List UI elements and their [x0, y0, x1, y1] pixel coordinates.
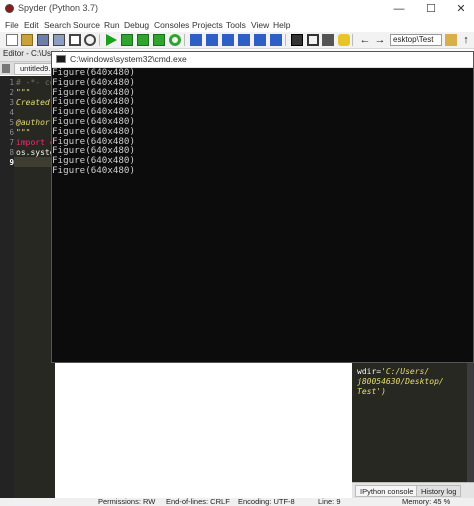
- menu-source[interactable]: Source: [73, 19, 100, 32]
- console-line: Test'): [357, 387, 386, 396]
- close-button[interactable]: ✕: [446, 1, 474, 17]
- run-cell-advance-icon[interactable]: [137, 34, 149, 46]
- step-return-icon[interactable]: [238, 34, 250, 46]
- cmd-title-bar: C:\windows\system32\cmd.exe: [52, 52, 473, 68]
- maximize-pane-icon[interactable]: [291, 34, 303, 46]
- menu-view[interactable]: View: [251, 19, 269, 32]
- menu-debug[interactable]: Debug: [124, 19, 149, 32]
- save-icon[interactable]: [37, 34, 49, 46]
- cmd-window[interactable]: C:\windows\system32\cmd.exe Figure(640x4…: [51, 51, 474, 363]
- working-directory-input[interactable]: esktop\Test: [390, 34, 442, 46]
- debug-icon[interactable]: [190, 34, 202, 46]
- cmd-output-line: Figure(640x480): [52, 165, 135, 176]
- tab-ipython-console[interactable]: IPython console: [355, 485, 419, 497]
- open-folder-icon[interactable]: [21, 34, 33, 46]
- code-line: Created: [16, 98, 50, 107]
- arrow-up-icon[interactable]: ↑: [460, 34, 472, 46]
- current-line-highlight: [14, 157, 55, 167]
- menu-projects[interactable]: Projects: [192, 19, 223, 32]
- ipython-console[interactable]: wdir= 'C:/Users/ j80054630/Desktop/ Test…: [355, 363, 467, 482]
- code-line: import o: [16, 138, 55, 147]
- continue-icon[interactable]: [254, 34, 266, 46]
- console-scrollbar[interactable]: [467, 363, 474, 482]
- spyder-app-icon: [5, 4, 14, 13]
- python-path-icon[interactable]: [338, 34, 350, 46]
- menu-search[interactable]: Search: [44, 19, 71, 32]
- toolbar-divider: [99, 34, 100, 46]
- menu-bar: File Edit Search Source Run Debug Consol…: [0, 19, 474, 32]
- rerun-icon[interactable]: [169, 34, 181, 46]
- line-number-current: 9: [9, 158, 14, 167]
- status-bar: Permissions: RW End-of-lines: CRLF Encod…: [0, 498, 474, 506]
- console-line: wdir=: [357, 367, 382, 376]
- at-icon[interactable]: [84, 34, 96, 46]
- browse-folder-icon[interactable]: [445, 34, 457, 46]
- code-line: # -*- co: [16, 78, 55, 87]
- step-icon[interactable]: [206, 34, 218, 46]
- save-all-icon[interactable]: [53, 34, 65, 46]
- minimize-button[interactable]: —: [384, 1, 414, 17]
- code-line: os.syste: [16, 148, 55, 157]
- preferences-icon[interactable]: [322, 34, 334, 46]
- browse-tabs-icon[interactable]: [2, 64, 10, 73]
- tab-history-log[interactable]: History log: [416, 485, 462, 497]
- maximize-button[interactable]: ☐: [416, 1, 446, 17]
- cmd-title: C:\windows\system32\cmd.exe: [70, 54, 187, 64]
- code-line: """: [16, 128, 31, 137]
- toolbar-divider: [285, 34, 286, 46]
- toolbar-divider: [184, 34, 185, 46]
- code-line: """: [16, 88, 31, 97]
- console-line: 'C:/Users/: [381, 367, 430, 376]
- run-selection-icon[interactable]: [153, 34, 165, 46]
- status-line: Line: 9: [318, 497, 341, 506]
- menu-help[interactable]: Help: [273, 19, 290, 32]
- cmd-output[interactable]: Figure(640x480) Figure(640x480) Figure(6…: [52, 68, 473, 362]
- line-number: 3: [9, 98, 14, 107]
- arrow-right-icon[interactable]: →: [374, 34, 386, 46]
- line-number: 5: [9, 118, 14, 127]
- line-number: 2: [9, 88, 14, 97]
- menu-run[interactable]: Run: [104, 19, 120, 32]
- menu-consoles[interactable]: Consoles: [154, 19, 189, 32]
- line-number: 8: [9, 148, 14, 157]
- new-file-icon[interactable]: [6, 34, 18, 46]
- menu-edit[interactable]: Edit: [24, 19, 39, 32]
- console-line: j80054630/Desktop/: [357, 377, 444, 386]
- code-editor[interactable]: 1 2 3 4 5 6 7 8 9 # -*- co """ Created @…: [0, 76, 55, 498]
- line-number: 7: [9, 138, 14, 147]
- status-encoding: Encoding: UTF-8: [238, 497, 295, 506]
- menu-tools[interactable]: Tools: [226, 19, 246, 32]
- step-into-icon[interactable]: [222, 34, 234, 46]
- terminal-icon: [56, 55, 66, 63]
- run-icon[interactable]: [106, 34, 117, 46]
- status-memory: Memory: 45 %: [402, 497, 451, 506]
- list-icon[interactable]: [69, 34, 81, 46]
- status-eol: End-of-lines: CRLF: [166, 497, 230, 506]
- line-number: 1: [9, 78, 14, 87]
- run-cell-icon[interactable]: [121, 34, 133, 46]
- fullscreen-icon[interactable]: [307, 34, 319, 46]
- line-number: 4: [9, 108, 14, 117]
- line-number: 6: [9, 128, 14, 137]
- menu-file[interactable]: File: [5, 19, 19, 32]
- status-permissions: Permissions: RW: [98, 497, 156, 506]
- toolbar-divider: [352, 34, 353, 46]
- stop-debug-icon[interactable]: [270, 34, 282, 46]
- toolbar: ← → esktop\Test ↑: [0, 32, 474, 49]
- title-bar: Spyder (Python 3.7) — ☐ ✕: [0, 0, 474, 19]
- arrow-left-icon[interactable]: ←: [359, 34, 371, 46]
- code-line: @author:: [16, 118, 55, 127]
- window-title: Spyder (Python 3.7): [18, 3, 99, 13]
